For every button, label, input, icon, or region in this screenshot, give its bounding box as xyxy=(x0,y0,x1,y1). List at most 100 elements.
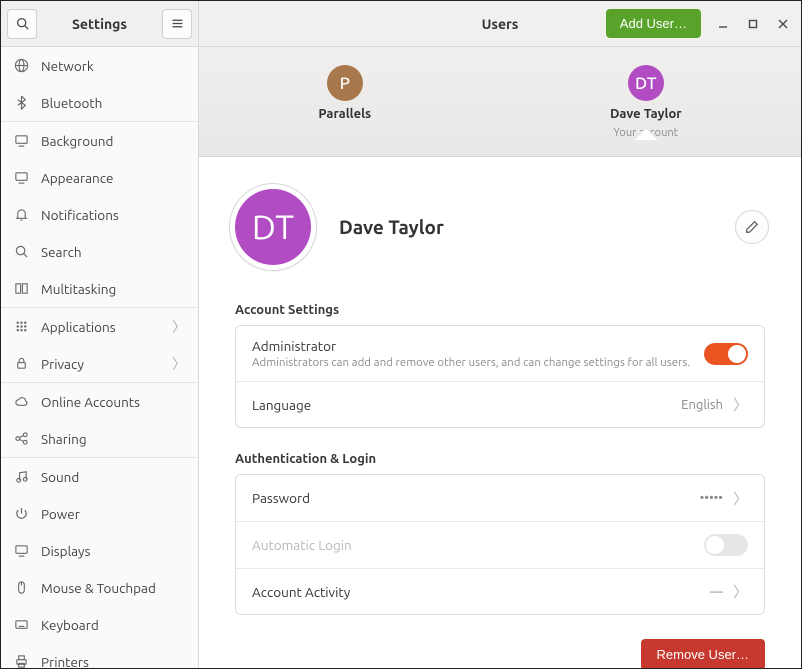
user-chip-dave-taylor[interactable]: DTDave TaylorYour account xyxy=(610,65,682,139)
sidebar-item-displays[interactable]: Displays xyxy=(1,532,198,569)
sidebar-item-online-accounts[interactable]: Online Accounts xyxy=(1,383,198,420)
language-value: English xyxy=(681,398,723,412)
users-strip: PParallelsDTDave TaylorYour account xyxy=(199,47,801,157)
chevron-right-icon: 〉 xyxy=(733,581,748,602)
settings-window: Settings Network Bluetooth Background Appea… xyxy=(0,0,802,669)
automatic-login-label: Automatic Login xyxy=(252,537,704,553)
sidebar-item-label: Bluetooth xyxy=(41,95,186,111)
account-settings-heading: Account Settings xyxy=(235,303,765,317)
remove-user-row: Remove User… xyxy=(235,639,765,668)
bluetooth-icon xyxy=(13,95,29,111)
sidebar-list: Network Bluetooth Background Appearance Noti… xyxy=(1,47,198,668)
sidebar-item-label: Keyboard xyxy=(41,617,186,633)
hamburger-icon xyxy=(171,17,184,30)
avatar-large-inner: DT xyxy=(235,189,311,265)
search-icon xyxy=(16,17,29,30)
user-chip-name: Dave Taylor xyxy=(610,107,682,121)
sidebar-item-search[interactable]: Search xyxy=(1,233,198,270)
sidebar-item-label: Search xyxy=(41,244,186,260)
sidebar-item-appearance[interactable]: Appearance xyxy=(1,159,198,196)
sidebar-item-label: Network xyxy=(41,58,186,74)
language-row[interactable]: Language English 〉 xyxy=(236,381,764,427)
avatar-icon: P xyxy=(327,65,363,101)
bell-icon xyxy=(13,207,29,223)
hamburger-menu-button[interactable] xyxy=(162,9,192,39)
share-icon xyxy=(13,431,29,447)
globe-icon xyxy=(13,58,29,74)
language-label: Language xyxy=(252,397,681,413)
content-area: Users Add User… PParallelsDTDave TaylorY… xyxy=(199,1,801,668)
search-button[interactable] xyxy=(7,9,37,39)
sidebar-item-mouse-touchpad[interactable]: Mouse & Touchpad xyxy=(1,569,198,606)
display-icon xyxy=(13,170,29,186)
automatic-login-toggle xyxy=(704,534,748,556)
grid-icon xyxy=(13,319,29,335)
sidebar-item-printers[interactable]: Printers xyxy=(1,643,198,668)
maximize-button[interactable] xyxy=(745,16,761,32)
remove-user-button[interactable]: Remove User… xyxy=(641,639,765,668)
sidebar-item-sound[interactable]: Sound xyxy=(1,458,198,495)
add-user-button[interactable]: Add User… xyxy=(606,9,701,38)
sidebar-title: Settings xyxy=(43,16,156,32)
password-row[interactable]: Password ••••• 〉 xyxy=(236,475,764,521)
sidebar-item-label: Privacy xyxy=(41,356,160,372)
close-button[interactable] xyxy=(775,16,791,32)
pencil-icon xyxy=(745,220,759,234)
sidebar-item-label: Sound xyxy=(41,469,186,485)
sidebar-item-power[interactable]: Power xyxy=(1,495,198,532)
user-detail: DT Dave Taylor Account Settings Administ… xyxy=(199,157,801,668)
administrator-desc: Administrators can add and remove other … xyxy=(252,356,704,369)
avatar-icon: DT xyxy=(628,65,664,101)
sidebar-item-label: Multitasking xyxy=(41,281,186,297)
password-label: Password xyxy=(252,490,700,506)
account-activity-row[interactable]: Account Activity — 〉 xyxy=(236,568,764,614)
profile-row: DT Dave Taylor xyxy=(229,183,765,271)
edit-name-button[interactable] xyxy=(735,210,769,244)
administrator-toggle[interactable] xyxy=(704,343,748,365)
avatar-large[interactable]: DT xyxy=(229,183,317,271)
sidebar-item-label: Background xyxy=(41,133,186,149)
cloud-icon xyxy=(13,394,29,410)
sidebar-item-privacy[interactable]: Privacy 〉 xyxy=(1,345,198,382)
account-settings-card: Administrator Administrators can add and… xyxy=(235,325,765,428)
panels-icon xyxy=(13,281,29,297)
administrator-row: Administrator Administrators can add and… xyxy=(236,326,764,381)
sidebar-item-keyboard[interactable]: Keyboard xyxy=(1,606,198,643)
search-icon xyxy=(13,244,29,260)
mouse-icon xyxy=(13,580,29,596)
automatic-login-row: Automatic Login xyxy=(236,521,764,568)
sidebar-item-label: Appearance xyxy=(41,170,186,186)
minimize-icon xyxy=(718,19,728,29)
sidebar: Settings Network Bluetooth Background Appea… xyxy=(1,1,199,668)
auth-card: Password ••••• 〉 Automatic Login Account… xyxy=(235,474,765,615)
sidebar-item-network[interactable]: Network xyxy=(1,47,198,84)
sidebar-item-notifications[interactable]: Notifications xyxy=(1,196,198,233)
sidebar-item-applications[interactable]: Applications〉 xyxy=(1,308,198,345)
minimize-button[interactable] xyxy=(715,16,731,32)
titlebar: Users Add User… xyxy=(199,1,801,47)
sidebar-item-label: Sharing xyxy=(41,431,186,447)
music-icon xyxy=(13,469,29,485)
close-icon xyxy=(778,19,788,29)
selected-user-indicator xyxy=(634,128,658,140)
sidebar-item-label: Notifications xyxy=(41,207,186,223)
account-activity-label: Account Activity xyxy=(252,584,710,600)
sidebar-item-sharing[interactable]: Sharing xyxy=(1,420,198,457)
maximize-icon xyxy=(748,19,758,29)
password-value: ••••• xyxy=(700,491,723,505)
sidebar-item-label: Printers xyxy=(41,654,186,669)
sidebar-item-multitasking[interactable]: Multitasking xyxy=(1,270,198,307)
sidebar-header: Settings xyxy=(1,1,198,47)
sidebar-item-label: Mouse & Touchpad xyxy=(41,580,186,596)
sidebar-item-label: Applications xyxy=(41,319,160,335)
sidebar-item-background[interactable]: Background xyxy=(1,122,198,159)
chevron-right-icon: 〉 xyxy=(733,394,748,415)
chevron-right-icon: 〉 xyxy=(172,354,186,374)
chevron-right-icon: 〉 xyxy=(733,488,748,509)
printer-icon xyxy=(13,654,29,669)
user-chip-parallels[interactable]: PParallels xyxy=(318,65,371,121)
sidebar-item-bluetooth[interactable]: Bluetooth xyxy=(1,84,198,121)
account-activity-value: — xyxy=(710,585,723,599)
sidebar-item-label: Power xyxy=(41,506,186,522)
profile-name: Dave Taylor xyxy=(339,216,713,238)
